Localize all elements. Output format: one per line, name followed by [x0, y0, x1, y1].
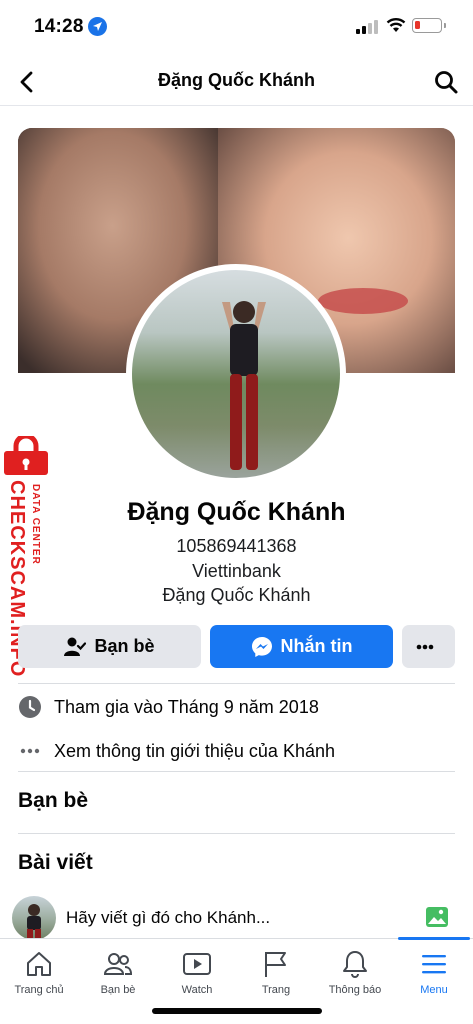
flag-icon [265, 952, 286, 977]
nav-bar: Đặng Quốc Khánh [0, 58, 473, 106]
tab-watch[interactable]: Watch [158, 939, 236, 1001]
divider [18, 771, 455, 772]
composer-placeholder[interactable]: Hãy viết gì đó cho Khánh... [66, 908, 270, 928]
more-options-button[interactable] [402, 625, 455, 668]
wifi-icon [386, 18, 406, 32]
friends-icon [103, 953, 133, 975]
divider [18, 833, 455, 834]
post-composer[interactable]: Hãy viết gì đó cho Khánh... [0, 890, 473, 940]
profile-avatar[interactable] [132, 270, 340, 478]
cover-photo-detail [318, 288, 408, 314]
tab-menu[interactable]: Menu [395, 939, 473, 1001]
message-button-label: Nhắn tin [280, 636, 353, 656]
status-time: 14:28 [34, 16, 84, 37]
friend-check-icon [64, 637, 87, 656]
location-arrow-icon [88, 17, 107, 36]
profile-name: Đặng Quốc Khánh [127, 498, 346, 526]
divider [18, 683, 455, 684]
tab-notifications-label: Thông báo [328, 984, 382, 996]
tab-pages-label: Trang [261, 984, 291, 996]
friends-button[interactable]: Bạn bè [18, 625, 201, 668]
bell-icon [343, 951, 367, 978]
clock-icon [19, 696, 41, 718]
info-bank-name: Viettinbank [192, 561, 281, 581]
joined-date-row: Tham gia vào Tháng 9 năm 2018 [18, 693, 319, 721]
lock-icon [4, 436, 48, 475]
tab-menu-label: Menu [420, 984, 448, 996]
battery-cap [444, 23, 446, 28]
tab-watch-label: Watch [181, 984, 213, 996]
more-dots-icon [416, 644, 433, 649]
message-button[interactable]: Nhắn tin [210, 625, 393, 668]
status-bar: 14:28 [0, 0, 473, 52]
posts-section-title: Bài viết [18, 851, 93, 874]
watch-icon [183, 953, 211, 975]
tab-friends-label: Bạn bè [100, 984, 136, 996]
friends-button-label: Bạn bè [94, 636, 155, 656]
home-icon [27, 952, 51, 976]
page-title: Đặng Quốc Khánh [158, 70, 315, 90]
battery-icon [412, 18, 442, 33]
joined-date-text: Tham gia vào Tháng 9 năm 2018 [54, 696, 319, 717]
composer-avatar [12, 896, 56, 940]
info-account-holder: Đặng Quốc Khánh [162, 585, 311, 605]
avatar-person-figure [27, 904, 41, 940]
tab-pages[interactable]: Trang [237, 939, 315, 1001]
friends-section-title: Bạn bè [18, 789, 89, 812]
messenger-icon [251, 636, 272, 657]
search-icon[interactable] [432, 68, 460, 96]
see-about-text: Xem thông tin giới thiệu của Khánh [54, 740, 335, 761]
info-account-number: 105869441368 [176, 536, 297, 556]
home-indicator [152, 1008, 322, 1014]
photo-icon[interactable] [425, 906, 449, 928]
menu-icon [422, 955, 446, 974]
tab-notifications[interactable]: Thông báo [316, 939, 394, 1001]
tab-home-label: Trang chủ [14, 984, 64, 996]
see-about-row[interactable]: Xem thông tin giới thiệu của Khánh [18, 737, 335, 765]
tab-home[interactable]: Trang chủ [0, 939, 78, 1001]
ellipsis-icon [20, 748, 40, 754]
avatar-person-figure [222, 301, 266, 470]
tab-friends[interactable]: Bạn bè [79, 939, 157, 1001]
cellular-signal-icon [356, 20, 378, 34]
